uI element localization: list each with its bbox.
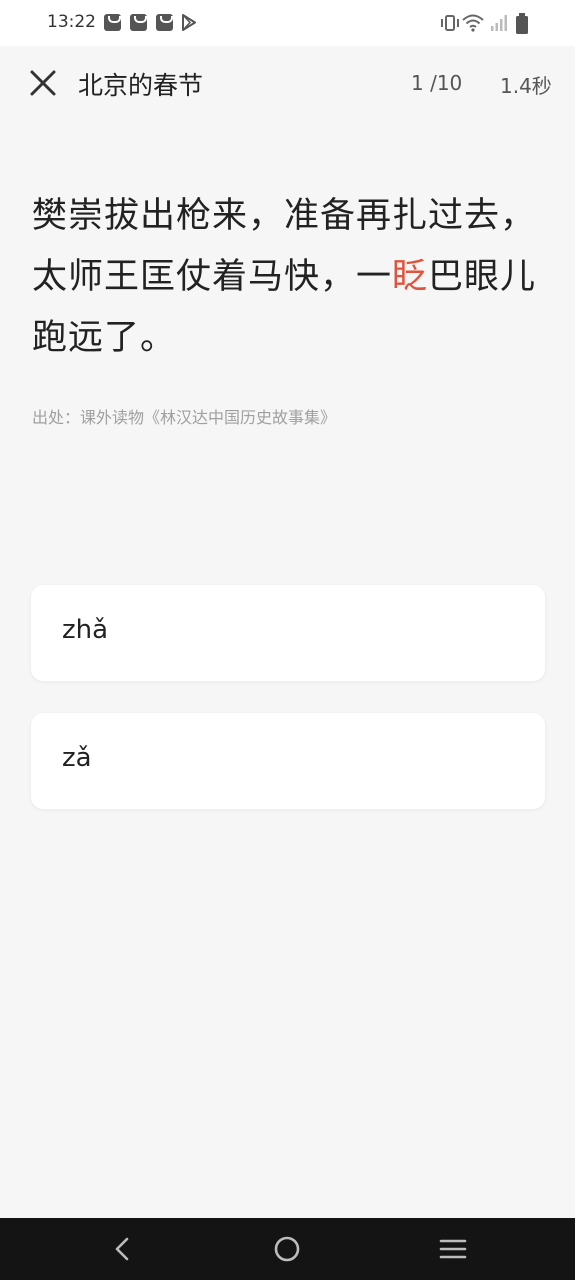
play-store-icon [182,14,196,31]
highlighted-character: 眨 [392,257,429,297]
status-time: 13:22 [47,12,96,32]
shopping-bag-icon [156,14,173,31]
menu-icon[interactable] [439,1236,467,1262]
vibrate-icon [441,15,459,31]
close-icon[interactable] [28,68,58,98]
answer-option-label: zhǎ [62,615,109,645]
wifi-icon [462,14,484,32]
source-citation: 出处：课外读物《林汉达中国历史故事集》 [32,408,337,427]
status-bar: 13:22 [0,0,575,46]
answer-option-1[interactable]: zhǎ [31,585,545,681]
shopping-bag-icon [130,14,147,31]
battery-icon [516,13,528,34]
back-icon[interactable] [110,1236,134,1262]
home-icon[interactable] [274,1236,300,1262]
answer-option-label: zǎ [62,743,92,773]
timer: 1.4秒 [500,74,552,98]
navigation-bar [0,1218,575,1280]
page-title: 北京的春节 [78,71,204,100]
question-progress: 1 /10 [411,71,463,95]
passage-text: 樊崇拔出枪来，准备再扎过去，太师王匡仗着马快，一眨巴眼儿跑远了。 [32,186,552,369]
header: 北京的春节 1 /10 1.4秒 [0,46,575,122]
shopping-bag-icon [104,14,121,31]
signal-icon [491,15,507,31]
screen: 13:22 北京的春节 1 /10 1.4秒 樊崇拔出枪来，准备再扎过去，太师王… [0,0,575,1280]
answer-option-2[interactable]: zǎ [31,713,545,809]
